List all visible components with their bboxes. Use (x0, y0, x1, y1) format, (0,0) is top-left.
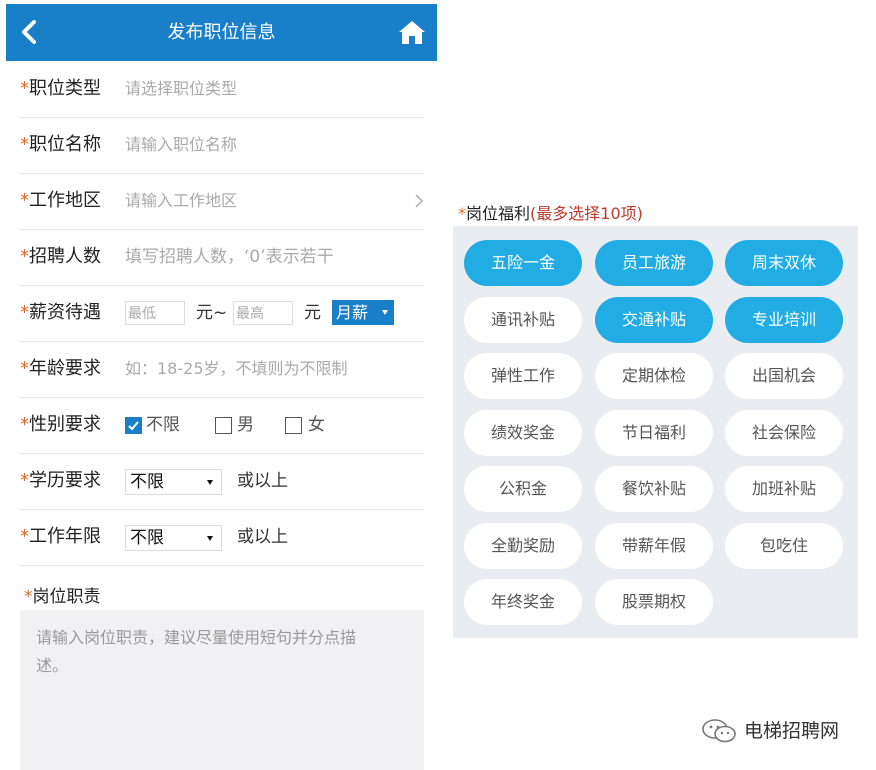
home-icon[interactable] (397, 18, 427, 46)
benefits-panel: 五险一金 员工旅游 周末双休通讯补贴 交通补贴 专业培训弹性工作 定期体检 出国机会绩效奖金… (453, 226, 858, 638)
required-mark: * (20, 190, 29, 211)
benefits-label-wrap: *岗位福利(最多选择10项) (458, 200, 643, 224)
required-mark: * (20, 246, 29, 267)
benefit-pill[interactable]: 员工旅游 (595, 240, 713, 286)
benefit-pill[interactable]: 带薪年假 (595, 522, 713, 569)
age-row: *年龄要求 如：18-25岁，不填则为不限制 (20, 341, 424, 398)
benefit-pill[interactable]: 专业培训 (725, 296, 843, 343)
benefit-pill[interactable]: 绩效奖金 (464, 409, 582, 456)
job-name-label: 职位名称 (29, 134, 101, 155)
benefit-pill[interactable]: 五险一金 (464, 240, 582, 286)
required-mark: * (20, 134, 29, 155)
gender-label: 性别要求 (29, 414, 101, 435)
watermark: 电梯招聘网 (700, 716, 860, 746)
wechat-icon (702, 719, 736, 743)
education-row: *学历要求 不限 或以上 (20, 453, 424, 510)
duties-label-wrap: *岗位职责 (24, 582, 101, 607)
required-mark: * (20, 526, 29, 547)
dropdown-arrow-icon (207, 536, 213, 541)
job-name-row: *职位名称 请输入职位名称 (20, 117, 424, 174)
salary-unit: 元 (304, 303, 321, 323)
benefit-pill[interactable]: 交通补贴 (595, 296, 713, 343)
duties-placeholder-line1: 请输入岗位职责，建议尽量使用短句并分点描 (36, 628, 357, 647)
benefit-pill[interactable]: 包吃住 (725, 522, 843, 569)
gender-male-label: 男 (237, 415, 254, 435)
salary-period-select[interactable]: 月薪 (332, 300, 394, 325)
benefit-pill[interactable]: 年终奖金 (464, 579, 582, 625)
experience-select[interactable]: 不限 (125, 525, 222, 551)
required-mark: * (20, 358, 29, 379)
salary-min-input[interactable]: 最低 (125, 301, 185, 325)
benefit-pill[interactable]: 餐饮补贴 (595, 466, 713, 512)
benefit-pill[interactable]: 加班补贴 (725, 466, 843, 512)
duties-textarea[interactable]: 请输入岗位职责，建议尽量使用短句并分点描 述。 (20, 610, 424, 770)
required-mark: * (20, 470, 29, 491)
experience-label: 工作年限 (29, 526, 101, 547)
required-mark: * (458, 204, 466, 223)
headcount-row: *招聘人数 填写招聘人数，‘0’表示若干 (20, 229, 424, 286)
salary-row: *薪资待遇 最低 元~ 最高 元 月薪 (20, 285, 424, 342)
experience-row: *工作年限 不限 或以上 (20, 509, 424, 566)
benefit-pill[interactable]: 通讯补贴 (464, 296, 582, 343)
duties-label: 岗位职责 (32, 587, 101, 607)
gender-any-label: 不限 (146, 415, 180, 435)
chevron-right-icon (415, 194, 424, 208)
required-mark: * (20, 414, 29, 435)
benefit-pill[interactable]: 出国机会 (725, 353, 843, 399)
benefit-pill[interactable]: 全勤奖励 (464, 522, 582, 569)
benefits-label: 岗位福利 (466, 204, 531, 223)
required-mark: * (24, 587, 33, 607)
benefit-pill[interactable]: 周末双休 (725, 240, 843, 286)
benefit-pill[interactable]: 公积金 (464, 466, 582, 512)
gender-row: *性别要求 不限 男 女 (20, 397, 424, 454)
salary-max-input[interactable]: 最高 (233, 301, 293, 325)
benefit-pill[interactable]: 股票期权 (595, 579, 713, 625)
job-post-form: 发布职位信息 *职位类型 请选择职位类型 *职位名称 请输入职位名称 *工作地区… (6, 4, 437, 770)
gender-male-checkbox[interactable] (215, 417, 232, 434)
salary-label: 薪资待遇 (29, 302, 101, 323)
benefits-hint: (最多选择10项) (530, 204, 643, 223)
work-area-input[interactable]: 请输入工作地区 (125, 173, 237, 229)
required-mark: * (20, 78, 29, 99)
benefit-pill[interactable]: 弹性工作 (464, 353, 582, 399)
experience-suffix: 或以上 (237, 527, 288, 547)
age-label: 年龄要求 (29, 358, 101, 379)
job-name-input[interactable]: 请输入职位名称 (125, 117, 237, 173)
education-value: 不限 (130, 472, 164, 492)
education-label: 学历要求 (29, 470, 101, 491)
duties-placeholder-line2: 述。 (36, 656, 69, 675)
headcount-label: 招聘人数 (29, 246, 101, 267)
salary-period-value: 月薪 (336, 303, 369, 322)
benefit-pill[interactable]: 社会保险 (725, 409, 843, 456)
gender-female-label: 女 (308, 415, 325, 435)
header-bar: 发布职位信息 (6, 4, 437, 61)
benefit-pill[interactable]: 节日福利 (595, 409, 713, 456)
salary-separator: 元~ (196, 303, 228, 323)
education-select[interactable]: 不限 (125, 469, 222, 495)
watermark-text: 电梯招聘网 (744, 720, 840, 742)
age-input[interactable]: 如：18-25岁，不填则为不限制 (125, 341, 348, 397)
education-suffix: 或以上 (237, 471, 288, 491)
checkmark-icon (128, 421, 139, 431)
dropdown-arrow-icon (382, 310, 388, 315)
page-title: 发布职位信息 (167, 22, 276, 43)
gender-any-checkbox[interactable] (125, 417, 142, 434)
headcount-input[interactable]: 填写招聘人数，‘0’表示若干 (125, 229, 334, 285)
job-type-row[interactable]: *职位类型 请选择职位类型 (20, 61, 424, 118)
job-type-select[interactable]: 请选择职位类型 (125, 61, 237, 117)
gender-female-checkbox[interactable] (285, 417, 302, 434)
required-mark: * (20, 302, 29, 323)
benefit-pill[interactable]: 定期体检 (595, 353, 713, 399)
work-area-row[interactable]: *工作地区 请输入工作地区 (20, 173, 424, 230)
dropdown-arrow-icon (207, 480, 213, 485)
job-type-label: 职位类型 (29, 78, 101, 99)
experience-value: 不限 (130, 528, 164, 548)
work-area-label: 工作地区 (29, 190, 101, 211)
